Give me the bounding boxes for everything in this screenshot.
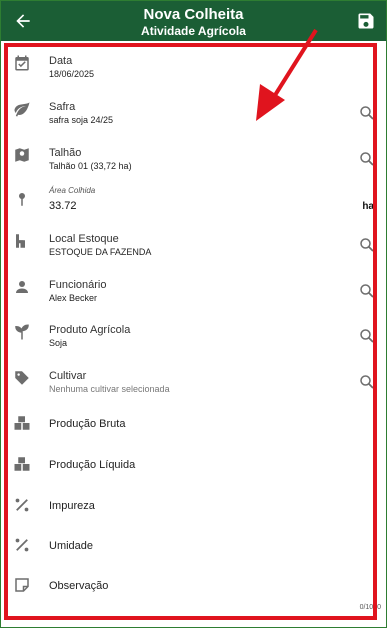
field-talhao[interactable]: Talhão Talhão 01 (33,72 ha) — [8, 144, 378, 180]
pin-icon — [19, 193, 25, 206]
map-pin-icon — [15, 148, 29, 162]
floppy-disk-icon[interactable] — [356, 11, 376, 31]
sprout-icon — [15, 324, 29, 340]
search-icon[interactable] — [358, 373, 376, 391]
field-producao-liquida[interactable]: Produção Líquida — [8, 455, 378, 475]
field-observacao[interactable]: Observação — [8, 576, 378, 596]
field-umidade-label: Umidade — [49, 540, 94, 552]
search-icon[interactable] — [358, 236, 376, 254]
person-icon — [16, 281, 28, 293]
note-icon — [15, 578, 29, 592]
tag-icon — [15, 371, 29, 385]
field-data[interactable]: Data 18/06/2025 — [8, 52, 378, 88]
boxes-icon — [14, 457, 30, 471]
field-impureza[interactable]: Impureza — [8, 496, 378, 516]
field-area-value[interactable]: 33.72 — [49, 200, 77, 212]
field-data-label: Data — [49, 55, 73, 67]
field-safra-value: safra soja 24/25 — [49, 115, 114, 125]
field-producao-liquida-label: Produção Líquida — [49, 459, 136, 471]
field-produto[interactable]: Produto Agrícola Soja — [8, 321, 378, 357]
field-talhao-label: Talhão — [49, 147, 82, 159]
leaf-icon — [14, 102, 30, 117]
search-icon[interactable] — [358, 327, 376, 345]
field-funcionario-label: Funcionário — [49, 279, 107, 291]
warehouse-icon — [16, 234, 25, 248]
field-safra[interactable]: Safra safra soja 24/25 — [8, 98, 378, 134]
field-local-estoque[interactable]: Local Estoque ESTOQUE DA FAZENDA — [8, 230, 378, 266]
field-impureza-label: Impureza — [49, 500, 95, 512]
field-producao-bruta[interactable]: Produção Bruta — [8, 414, 378, 434]
field-funcionario[interactable]: Funcionário Alex Becker — [8, 276, 378, 312]
search-icon[interactable] — [358, 282, 376, 300]
observacao-counter: 0/1000 — [359, 604, 381, 611]
field-produto-label: Produto Agrícola — [49, 324, 131, 336]
calendar-check-icon — [15, 55, 29, 71]
field-cultivar[interactable]: Cultivar Nenhuma cultivar selecionada — [8, 367, 378, 403]
percent-icon — [15, 538, 29, 552]
field-area-unit: ha — [362, 201, 374, 212]
field-talhao-value: Talhão 01 (33,72 ha) — [49, 161, 132, 171]
field-area[interactable]: Área Colhida 33.72 ha — [8, 184, 378, 214]
field-funcionario-value: Alex Becker — [49, 293, 98, 303]
field-umidade[interactable]: Umidade — [8, 536, 378, 556]
boxes-icon — [14, 416, 30, 430]
field-data-value: 18/06/2025 — [49, 69, 95, 79]
field-local-label: Local Estoque — [49, 233, 119, 245]
field-safra-label: Safra — [49, 101, 76, 113]
search-icon[interactable] — [358, 150, 376, 168]
field-cultivar-value: Nenhuma cultivar selecionada — [49, 384, 170, 394]
field-produto-value: Soja — [49, 338, 68, 348]
page-subtitle: Atividade Agrícola — [141, 24, 246, 38]
percent-icon — [15, 498, 29, 512]
search-icon[interactable] — [358, 104, 376, 122]
field-cultivar-label: Cultivar — [49, 370, 87, 382]
field-producao-bruta-label: Produção Bruta — [49, 418, 126, 430]
field-area-label: Área Colhida — [49, 186, 96, 195]
page-title: Nova Colheita — [143, 6, 244, 23]
field-observacao-label: Observação — [49, 580, 109, 592]
app-bar: Nova Colheita Atividade Agrícola — [1, 1, 386, 41]
app-frame — [0, 0, 387, 628]
field-local-value: ESTOQUE DA FAZENDA — [49, 247, 152, 257]
